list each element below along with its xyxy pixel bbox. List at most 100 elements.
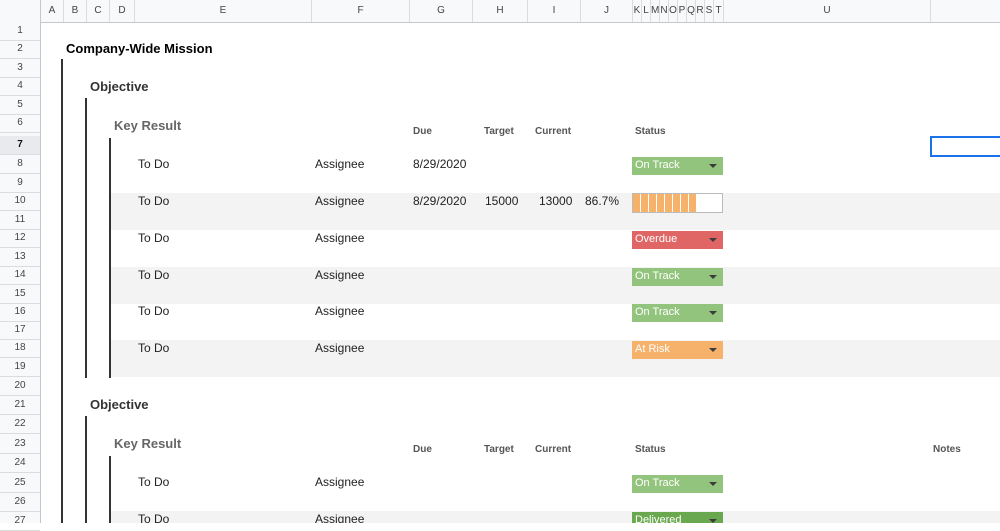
assignee-cell: Assignee bbox=[315, 475, 365, 489]
current-header: Current bbox=[535, 444, 572, 455]
row-header[interactable]: 3 bbox=[0, 59, 40, 78]
column-header-u[interactable]: U bbox=[724, 0, 931, 22]
key-result-title: Key Result bbox=[114, 436, 182, 451]
row-header[interactable]: 13 bbox=[0, 248, 40, 267]
row-header[interactable]: 15 bbox=[0, 285, 40, 304]
todo-cell: To Do bbox=[138, 157, 170, 171]
row-header[interactable]: 18 bbox=[0, 339, 40, 358]
status-dropdown[interactable]: Overdue bbox=[632, 231, 723, 249]
target-header: Target bbox=[484, 126, 514, 137]
dropdown-arrow-icon bbox=[709, 519, 717, 523]
row-header[interactable]: 19 bbox=[0, 358, 40, 377]
row-header[interactable]: 24 bbox=[0, 454, 40, 473]
row-header[interactable]: 21 bbox=[0, 396, 40, 415]
row-header[interactable]: 6 bbox=[0, 114, 40, 133]
status-label: Overdue bbox=[635, 233, 678, 245]
objective-title: Objective bbox=[90, 79, 149, 94]
row-header[interactable]: 11 bbox=[0, 211, 40, 230]
row-header-selected[interactable]: 7 bbox=[0, 136, 40, 155]
column-header-s[interactable]: S bbox=[705, 0, 714, 22]
assignee-cell: Assignee bbox=[315, 194, 365, 208]
row-header[interactable]: 10 bbox=[0, 192, 40, 211]
row-header[interactable]: 9 bbox=[0, 174, 40, 193]
status-dropdown[interactable]: On Track bbox=[632, 475, 723, 493]
column-header-v[interactable] bbox=[931, 0, 1000, 22]
column-header-k[interactable]: K bbox=[633, 0, 642, 22]
assignee-cell: Assignee bbox=[315, 268, 365, 282]
status-dropdown[interactable]: On Track bbox=[632, 304, 723, 322]
row-header[interactable]: 17 bbox=[0, 321, 40, 340]
row-header-bar: 1 2 3 4 5 6 7 8 9 10 11 12 13 14 15 16 1… bbox=[0, 22, 41, 531]
select-all-corner[interactable] bbox=[0, 0, 41, 22]
row-header[interactable]: 1 bbox=[0, 22, 40, 41]
row-header[interactable]: 25 bbox=[0, 474, 40, 493]
company-mission-title: Company-Wide Mission bbox=[66, 41, 213, 56]
row-header[interactable]: 26 bbox=[0, 493, 40, 512]
row-band bbox=[111, 511, 1000, 523]
dropdown-arrow-icon bbox=[709, 238, 717, 242]
status-header: Status bbox=[635, 126, 666, 137]
column-header-h[interactable]: H bbox=[473, 0, 528, 22]
progress-segment bbox=[665, 194, 673, 212]
todo-cell: To Do bbox=[138, 512, 170, 523]
status-dropdown[interactable]: At Risk bbox=[632, 341, 723, 359]
column-header-e[interactable]: E bbox=[135, 0, 312, 22]
row-header[interactable]: 22 bbox=[0, 415, 40, 434]
dropdown-arrow-icon bbox=[709, 348, 717, 352]
key-result-hierarchy-line bbox=[109, 456, 111, 523]
row-header[interactable]: 20 bbox=[0, 377, 40, 396]
todo-cell: To Do bbox=[138, 231, 170, 245]
column-header-p[interactable]: P bbox=[678, 0, 687, 22]
dropdown-arrow-icon bbox=[709, 275, 717, 279]
due-date-cell: 8/29/2020 bbox=[413, 157, 467, 171]
progress-segment bbox=[657, 194, 665, 212]
column-header-g[interactable]: G bbox=[410, 0, 473, 22]
column-header-a[interactable]: A bbox=[41, 0, 64, 22]
column-header-c[interactable]: C bbox=[87, 0, 110, 22]
due-header: Due bbox=[413, 444, 432, 455]
progress-segment bbox=[641, 194, 649, 212]
status-label: On Track bbox=[635, 306, 680, 318]
row-header[interactable]: 27 bbox=[0, 512, 40, 531]
row-band bbox=[111, 267, 1000, 304]
column-header-m[interactable]: M bbox=[651, 0, 660, 22]
selected-cell[interactable] bbox=[930, 136, 1000, 157]
todo-cell: To Do bbox=[138, 341, 170, 355]
status-dropdown[interactable]: Delivered bbox=[632, 512, 723, 523]
assignee-cell: Assignee bbox=[315, 231, 365, 245]
progress-bar bbox=[632, 193, 723, 213]
dropdown-arrow-icon bbox=[709, 311, 717, 315]
column-header-r[interactable]: R bbox=[696, 0, 705, 22]
column-header-l[interactable]: L bbox=[642, 0, 651, 22]
column-header-o[interactable]: O bbox=[669, 0, 678, 22]
column-header-f[interactable]: F bbox=[312, 0, 410, 22]
row-header[interactable]: 14 bbox=[0, 266, 40, 285]
column-header-q[interactable]: Q bbox=[687, 0, 696, 22]
objective-hierarchy-line bbox=[85, 98, 87, 378]
assignee-cell: Assignee bbox=[315, 341, 365, 355]
objective-title: Objective bbox=[90, 397, 149, 412]
column-header-n[interactable]: N bbox=[660, 0, 669, 22]
progress-segment bbox=[633, 194, 641, 212]
status-dropdown[interactable]: On Track bbox=[632, 157, 723, 175]
todo-cell: To Do bbox=[138, 194, 170, 208]
column-header-t[interactable]: T bbox=[714, 0, 724, 22]
column-header-d[interactable]: D bbox=[110, 0, 135, 22]
progress-segment bbox=[705, 194, 722, 212]
column-header-j[interactable]: J bbox=[581, 0, 633, 22]
row-header[interactable]: 16 bbox=[0, 303, 40, 322]
row-header[interactable]: 12 bbox=[0, 229, 40, 248]
status-dropdown[interactable]: On Track bbox=[632, 268, 723, 286]
column-header-i[interactable]: I bbox=[528, 0, 581, 22]
todo-cell: To Do bbox=[138, 304, 170, 318]
row-header[interactable]: 5 bbox=[0, 96, 40, 115]
current-header: Current bbox=[535, 126, 572, 137]
row-header[interactable]: 23 bbox=[0, 435, 40, 454]
sheet-grid[interactable]: Company-Wide Mission Objective Key Resul… bbox=[41, 22, 1000, 523]
row-header[interactable]: 4 bbox=[0, 77, 40, 96]
column-header-b[interactable]: B bbox=[64, 0, 87, 22]
row-header[interactable]: 8 bbox=[0, 155, 40, 174]
percent-cell: 86.7% bbox=[585, 194, 620, 208]
row-band bbox=[111, 340, 1000, 377]
row-header[interactable]: 2 bbox=[0, 40, 40, 59]
